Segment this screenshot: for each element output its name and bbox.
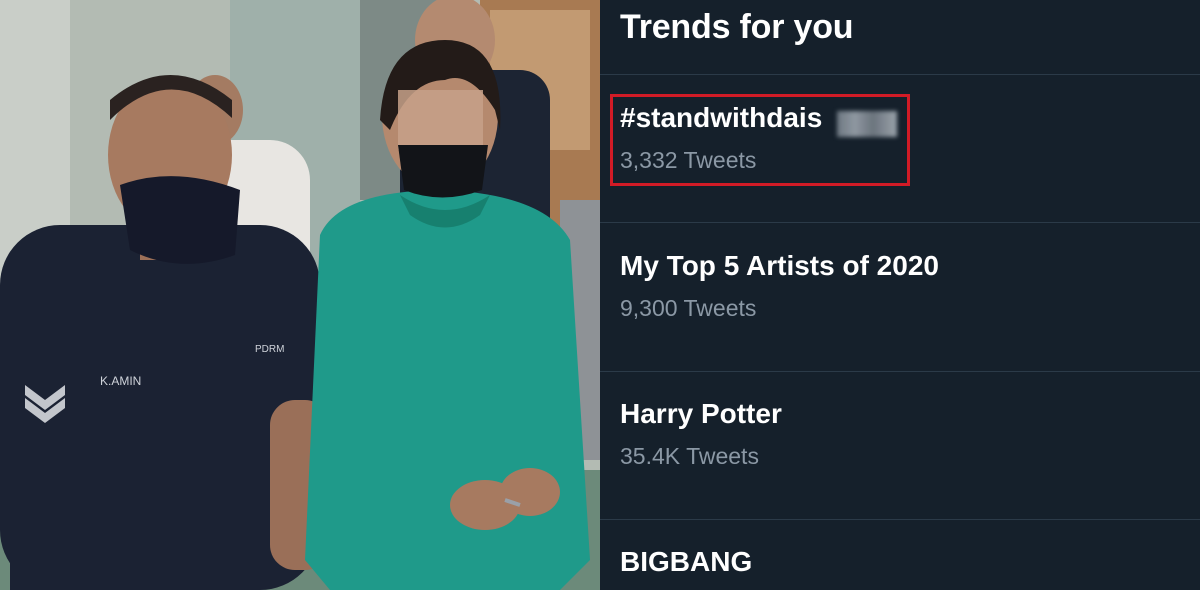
trends-panel: Trends for you #standwithdais 3,332 Twee… [600, 0, 1200, 590]
trend-item-top5-artists[interactable]: My Top 5 Artists of 2020 9,300 Tweets [600, 223, 1200, 369]
trend-tweet-count: 35.4K Tweets [620, 443, 759, 469]
highlight-box [610, 94, 910, 186]
trend-tweet-count: 9,300 Tweets [620, 295, 757, 321]
photo-illustration: K.AMIN PDRM [0, 0, 600, 590]
trends-title: Trends for you [620, 8, 854, 46]
trend-name: Harry Potter [620, 398, 782, 429]
news-photo: K.AMIN PDRM [0, 0, 600, 590]
trend-item-bigbang[interactable]: BIGBANG [600, 520, 1200, 590]
uniform-shoulder-text: PDRM [255, 344, 284, 355]
trend-name: My Top 5 Artists of 2020 [620, 250, 939, 281]
trend-name: BIGBANG [620, 546, 753, 577]
uniform-name-tag: K.AMIN [100, 374, 141, 388]
trend-item-harry-potter[interactable]: Harry Potter 35.4K Tweets [600, 372, 1200, 518]
